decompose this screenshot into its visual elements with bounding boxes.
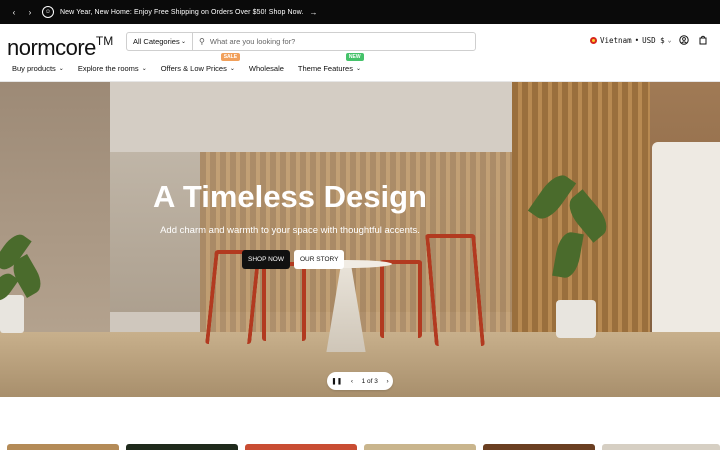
pause-icon[interactable]: ❚❚ xyxy=(331,377,342,385)
new-badge: NEW xyxy=(345,53,364,61)
country-label: Vietnam xyxy=(600,36,632,45)
account-button[interactable] xyxy=(679,35,689,45)
category-card[interactable] xyxy=(245,444,357,450)
nav-item-offers[interactable]: SALE Offers & Low Prices ⌄ xyxy=(160,53,241,73)
hero-chair xyxy=(262,262,306,341)
locale-separator: • xyxy=(634,36,640,45)
next-slide-icon[interactable]: › xyxy=(386,378,388,385)
user-icon xyxy=(679,35,689,45)
nav-item-label: Offers & Low Prices xyxy=(160,64,227,73)
category-card[interactable] xyxy=(126,444,238,450)
chevron-down-icon: ⌄ xyxy=(355,66,361,72)
hero-chair xyxy=(425,234,485,346)
chevron-down-icon: ⌄ xyxy=(58,66,64,72)
slideshow-controls: ❚❚ ‹ 1 of 3 › xyxy=(327,372,393,390)
cart-button[interactable] xyxy=(698,35,708,45)
main-nav: Buy products ⌄ Explore the rooms ⌄ SALE Of… xyxy=(12,53,375,73)
category-card[interactable] xyxy=(7,444,119,450)
smile-icon: ☺ xyxy=(42,6,54,18)
nav-item-wholesale[interactable]: Wholesale xyxy=(249,64,284,73)
nav-item-label: Buy products xyxy=(12,64,56,73)
hero-buttons: SHOP NOW OUR STORY xyxy=(242,250,348,269)
category-card[interactable] xyxy=(364,444,476,450)
site-header: normcoreTM All Categories ⌄ ⚲ Vietnam • … xyxy=(0,24,720,82)
chevron-down-icon: ⌄ xyxy=(141,66,147,72)
next-announcement-button[interactable]: › xyxy=(22,8,38,17)
announcement-text[interactable]: New Year, New Home: Enjoy Free Shipping … xyxy=(60,9,303,16)
hero-ceiling xyxy=(110,82,512,152)
logo-tm: TM xyxy=(95,34,114,48)
hero-plant-pot-left xyxy=(0,295,24,333)
category-label: All Categories xyxy=(133,37,180,46)
announcement-bar: ‹ › ☺ New Year, New Home: Enjoy Free Shi… xyxy=(0,0,720,24)
arrow-right-icon[interactable]: → xyxy=(309,8,317,17)
bag-icon xyxy=(699,35,707,45)
chevron-down-icon: ⌄ xyxy=(180,39,186,45)
nav-item-label: Wholesale xyxy=(248,64,284,73)
nav-item-label: Theme Features xyxy=(297,64,353,73)
sale-badge: SALE xyxy=(220,53,241,61)
chevron-down-icon: ⌄ xyxy=(667,37,672,44)
logo[interactable]: normcoreTM xyxy=(7,29,113,60)
locale-selector[interactable]: Vietnam • USD $ ⌄ xyxy=(590,36,671,45)
nav-item-theme-features[interactable]: NEW Theme Features ⌄ xyxy=(297,53,364,73)
our-story-button[interactable]: OUR STORY xyxy=(294,250,345,269)
category-cards-peek xyxy=(0,444,720,450)
search-bar: All Categories ⌄ ⚲ xyxy=(126,32,476,51)
flag-icon xyxy=(590,37,597,44)
category-card[interactable] xyxy=(483,444,595,450)
hero-plant-pot-right xyxy=(556,300,596,338)
logo-text: normcore xyxy=(7,35,96,60)
chevron-down-icon: ⌄ xyxy=(229,66,235,72)
currency-label: USD $ xyxy=(642,36,665,45)
hero-title: A Timeless Design xyxy=(153,179,427,214)
nav-item-buy-products[interactable]: Buy products ⌄ xyxy=(12,64,64,73)
shop-now-button[interactable]: SHOP NOW xyxy=(242,250,290,269)
nav-item-explore-rooms[interactable]: Explore the rooms ⌄ xyxy=(78,64,147,73)
category-select[interactable]: All Categories ⌄ xyxy=(127,33,193,50)
slide-indicator: 1 of 3 xyxy=(361,377,378,385)
search-input[interactable] xyxy=(207,36,462,47)
hero-slideshow: A Timeless Design Add charm and warmth t… xyxy=(0,82,720,397)
hero-subtitle: Add charm and warmth to your space with … xyxy=(160,225,420,236)
search-icon: ⚲ xyxy=(199,37,205,46)
nav-item-label: Explore the rooms xyxy=(77,64,139,73)
hero-chair xyxy=(380,260,422,338)
prev-announcement-button[interactable]: ‹ xyxy=(6,8,22,17)
category-card[interactable] xyxy=(602,444,720,450)
prev-slide-icon[interactable]: ‹ xyxy=(351,378,353,385)
